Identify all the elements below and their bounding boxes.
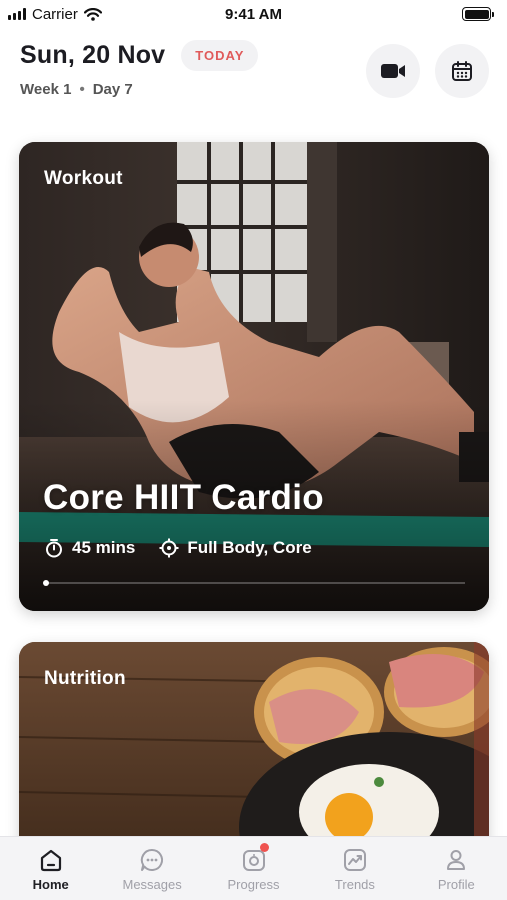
tab-label-messages: Messages [122, 877, 182, 892]
workout-title: Core HIIT Cardio [43, 478, 324, 517]
card-label-nutrition: Nutrition [44, 668, 126, 689]
calendar-button[interactable] [435, 44, 489, 98]
workout-meta: 45 mins Full Body, Core [44, 538, 312, 558]
tab-profile[interactable]: Profile [406, 837, 507, 900]
day-label: Day 7 [92, 81, 133, 98]
tab-home[interactable]: Home [0, 837, 101, 900]
duration-item: 45 mins [44, 538, 135, 558]
workout-progress-bar [43, 580, 465, 586]
workout-card[interactable]: Workout Core HIIT Cardio 45 mins Full Bo… [19, 142, 489, 611]
tab-trends[interactable]: Trends [304, 837, 405, 900]
tab-bar: Home Messages Progress Trends Profile [0, 836, 507, 900]
today-badge[interactable]: TODAY [181, 40, 259, 71]
week-label: Week 1 [20, 81, 72, 98]
carrier-label: Carrier [32, 5, 78, 23]
focus-value: Full Body, Core [187, 538, 312, 557]
tab-label-home: Home [32, 877, 69, 892]
tab-label-profile: Profile [437, 877, 475, 892]
week-day-line: Week 1 • Day 7 [20, 81, 490, 98]
card-label-workout: Workout [44, 168, 123, 189]
signal-icon [8, 8, 26, 20]
page-title: Sun, 20 Nov [20, 41, 166, 69]
user-icon [447, 850, 466, 870]
progress-notification-badge [259, 843, 269, 852]
home-icon [40, 849, 61, 872]
header: Sun, 20 Nov TODAY Week 1 • Day 7 [20, 40, 490, 110]
status-left: Carrier [8, 6, 102, 23]
duration-value: 45 mins [72, 538, 136, 557]
video-camera-icon [381, 64, 405, 78]
status-bar: Carrier 9:41 AM [0, 0, 507, 28]
separator: • [79, 81, 85, 98]
chat-icon [140, 848, 164, 871]
video-button[interactable] [366, 44, 420, 98]
trend-icon [343, 849, 366, 871]
focus-item: Full Body, Core [159, 538, 312, 558]
tab-label-progress: Progress [227, 877, 280, 892]
target-icon [159, 538, 179, 558]
stopwatch-icon [46, 539, 62, 558]
tab-messages[interactable]: Messages [101, 837, 202, 900]
wifi-icon [83, 7, 102, 21]
battery-icon [462, 7, 494, 21]
tab-label-trends: Trends [334, 877, 375, 892]
calendar-icon [452, 61, 472, 81]
tab-progress[interactable]: Progress [203, 837, 304, 900]
workout-progress-indicator [43, 580, 49, 586]
app-screen: Carrier 9:41 AM Sun, 20 Nov TODAY Week 1… [0, 0, 507, 900]
